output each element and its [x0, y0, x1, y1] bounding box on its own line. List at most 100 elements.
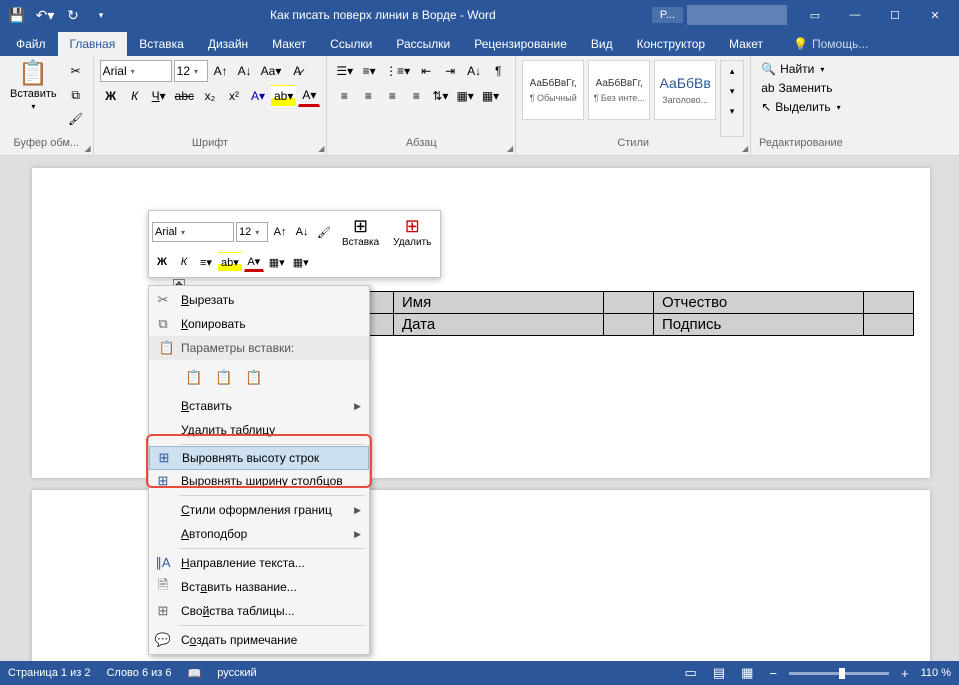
multilevel-list-icon[interactable]: ⋮≡▾: [382, 60, 413, 82]
align-center-icon[interactable]: ≡: [357, 85, 379, 107]
status-spellcheck-icon[interactable]: 📖: [188, 667, 202, 680]
dialog-launcher-icon[interactable]: ◢: [507, 144, 513, 153]
format-painter-icon[interactable]: 🖌: [65, 108, 87, 130]
font-name-combo[interactable]: Arial▾: [100, 60, 172, 82]
mini-font-color-icon[interactable]: A▾: [244, 252, 264, 272]
replace-button[interactable]: abЗаменить: [757, 79, 844, 97]
ctx-insert-caption[interactable]: 🗎Вставить название...: [149, 575, 369, 599]
styles-up-icon[interactable]: ▴: [721, 61, 743, 81]
copy-icon[interactable]: ⧉: [65, 84, 87, 106]
mini-italic-icon[interactable]: К: [174, 252, 194, 272]
tab-references[interactable]: Ссылки: [318, 32, 384, 56]
show-marks-icon[interactable]: ¶: [487, 60, 509, 82]
italic-icon[interactable]: К: [124, 85, 146, 107]
styles-more-icon[interactable]: ▾: [721, 101, 743, 121]
tab-review[interactable]: Рецензирование: [462, 32, 579, 56]
mini-grow-font-icon[interactable]: A↑: [270, 222, 290, 242]
ctx-distribute-cols[interactable]: ⊞Выровнять ширину столбцов: [149, 469, 369, 493]
shading-icon[interactable]: ▦▾: [453, 85, 476, 107]
table-cell[interactable]: [604, 314, 654, 336]
document-area[interactable]: [0, 156, 959, 661]
dialog-launcher-icon[interactable]: ◢: [742, 144, 748, 153]
table-cell[interactable]: [604, 292, 654, 314]
paste-keep-formatting-icon[interactable]: 📋: [181, 364, 207, 390]
ctx-delete-table[interactable]: Удалить таблицу: [149, 418, 369, 442]
paste-merge-formatting-icon[interactable]: 📋: [211, 364, 237, 390]
ctx-autofit[interactable]: Автоподбор▶: [149, 522, 369, 546]
zoom-out-icon[interactable]: −: [765, 664, 781, 683]
mini-size-combo[interactable]: 12▾: [236, 222, 268, 242]
tab-layout[interactable]: Макет: [260, 32, 318, 56]
qat-customize-icon[interactable]: ▾: [88, 2, 114, 28]
ribbon-options-icon[interactable]: ▭: [795, 2, 835, 28]
align-right-icon[interactable]: ≡: [381, 85, 403, 107]
strikethrough-icon[interactable]: abc: [172, 85, 197, 107]
font-size-combo[interactable]: 12▾: [174, 60, 208, 82]
zoom-in-icon[interactable]: +: [897, 664, 913, 683]
ctx-distribute-rows[interactable]: ⊞Выровнять высоту строк: [149, 446, 369, 470]
ctx-copy[interactable]: ⧉Копировать: [149, 312, 369, 336]
highlight-icon[interactable]: ab▾: [271, 85, 296, 107]
table-cell[interactable]: Дата: [394, 314, 604, 336]
tab-home[interactable]: Главная: [58, 32, 128, 56]
view-read-icon[interactable]: ▭: [681, 663, 701, 683]
tab-insert[interactable]: Вставка: [127, 32, 196, 56]
mini-font-combo[interactable]: Arial▾: [152, 222, 234, 242]
mini-borders-icon[interactable]: ▦▾: [290, 252, 312, 272]
subscript-icon[interactable]: x₂: [199, 85, 221, 107]
ctx-border-styles[interactable]: Стили оформления границ▶: [149, 498, 369, 522]
save-icon[interactable]: 💾: [4, 2, 30, 28]
table-cell[interactable]: Подпись: [654, 314, 864, 336]
clear-formatting-icon[interactable]: A̷: [286, 60, 308, 82]
close-icon[interactable]: ✕: [915, 2, 955, 28]
mini-shading-icon[interactable]: ▦▾: [266, 252, 288, 272]
tab-mailings[interactable]: Рассылки: [384, 32, 462, 56]
styles-down-icon[interactable]: ▾: [721, 81, 743, 101]
mini-insert-button[interactable]: ⊞Вставка: [336, 214, 385, 250]
shrink-font-icon[interactable]: A↓: [234, 60, 256, 82]
tell-me-input[interactable]: 💡Помощь...: [785, 32, 876, 56]
undo-icon[interactable]: ↶▾: [32, 2, 58, 28]
superscript-icon[interactable]: x²: [223, 85, 245, 107]
grow-font-icon[interactable]: A↑: [210, 60, 232, 82]
cut-icon[interactable]: ✂: [65, 60, 87, 82]
mini-highlight-icon[interactable]: ab▾: [218, 252, 242, 272]
style-no-spacing[interactable]: АаБбВвГг,¶ Без инте...: [588, 60, 650, 120]
tab-file[interactable]: Файл: [4, 32, 58, 56]
table-cell[interactable]: [864, 292, 914, 314]
tab-layout2[interactable]: Макет: [717, 32, 775, 56]
decrease-indent-icon[interactable]: ⇤: [415, 60, 437, 82]
table-cell[interactable]: Отчество: [654, 292, 864, 314]
status-words[interactable]: Слово 6 из 6: [106, 667, 171, 679]
view-web-icon[interactable]: ▦: [737, 663, 757, 683]
find-button[interactable]: 🔍Найти▾: [757, 60, 844, 78]
change-case-icon[interactable]: Aa▾: [258, 60, 285, 82]
paste-text-only-icon[interactable]: 📋: [241, 364, 267, 390]
mini-delete-button[interactable]: ⊞Удалить: [387, 214, 437, 250]
user-badge[interactable]: P...: [652, 7, 683, 23]
maximize-icon[interactable]: ☐: [875, 2, 915, 28]
underline-icon[interactable]: Ч▾: [148, 85, 170, 107]
justify-icon[interactable]: ≡: [405, 85, 427, 107]
style-normal[interactable]: АаБбВвГг,¶ Обычный: [522, 60, 584, 120]
user-box[interactable]: [687, 5, 787, 25]
zoom-level[interactable]: 110 %: [921, 667, 951, 679]
status-language[interactable]: русский: [217, 667, 256, 679]
ctx-text-direction[interactable]: ∥AНаправление текста...: [149, 551, 369, 575]
style-heading[interactable]: АаБбВвЗаголово...: [654, 60, 716, 120]
ctx-new-comment[interactable]: 💬Создать примечание: [149, 628, 369, 652]
mini-bold-icon[interactable]: Ж: [152, 252, 172, 272]
ctx-cut[interactable]: ✂Вырезать: [149, 288, 369, 312]
zoom-slider[interactable]: [789, 672, 889, 675]
bullets-icon[interactable]: ☰▾: [333, 60, 356, 82]
view-print-icon[interactable]: ▤: [709, 663, 729, 683]
select-button[interactable]: ↖Выделить▾: [757, 98, 844, 116]
sort-icon[interactable]: A↓: [463, 60, 485, 82]
mini-format-painter-icon[interactable]: 🖌: [314, 222, 334, 242]
tab-view[interactable]: Вид: [579, 32, 625, 56]
ctx-table-properties[interactable]: ⊞Свойства таблицы...: [149, 599, 369, 623]
mini-shrink-font-icon[interactable]: A↓: [292, 222, 312, 242]
minimize-icon[interactable]: —: [835, 2, 875, 28]
paste-button[interactable]: 📋 Вставить ▾: [6, 60, 61, 137]
line-spacing-icon[interactable]: ⇅▾: [429, 85, 451, 107]
